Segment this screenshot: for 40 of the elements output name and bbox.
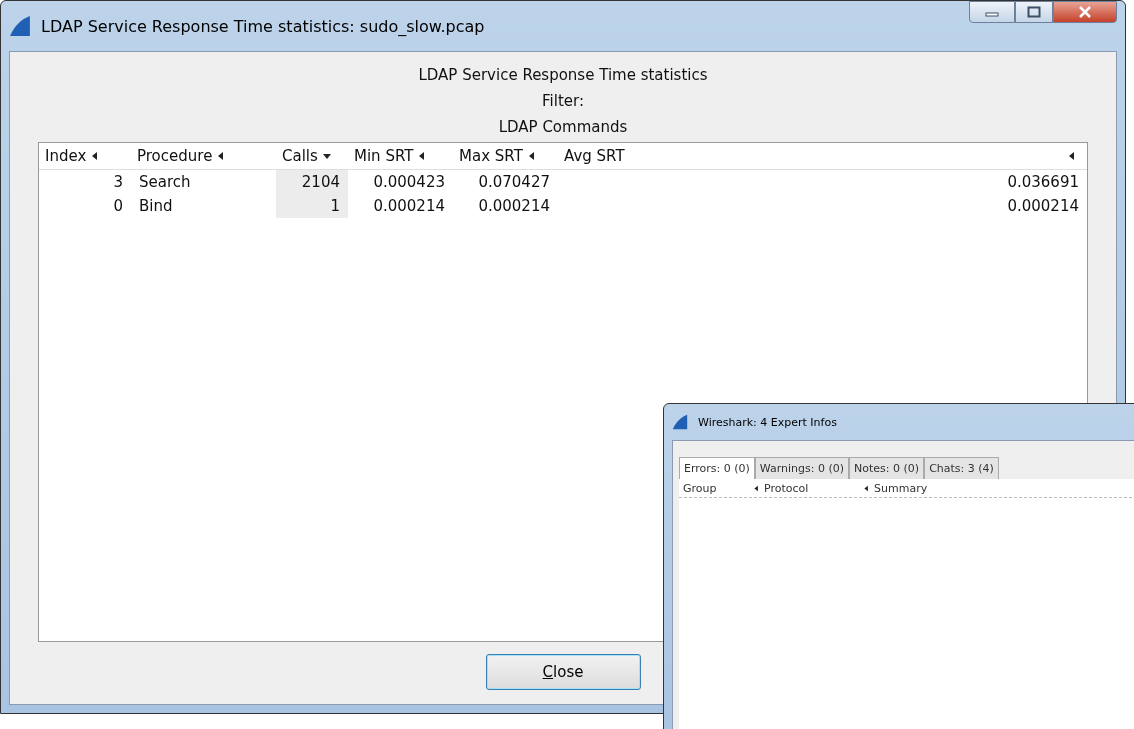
column-header[interactable]: Protocol — [749, 481, 859, 495]
close-button[interactable] — [1053, 1, 1117, 23]
table-cell-text: 0.000214 — [1006, 196, 1080, 217]
column-header[interactable]: Min SRT — [348, 147, 453, 165]
table-cell-text: 0.036691 — [1006, 172, 1080, 193]
tab[interactable]: Errors: 0 (0) — [679, 457, 755, 479]
table-cell-text: 0.000214 — [372, 196, 446, 217]
header-text: Filter: — [542, 92, 584, 110]
sort-left-icon — [753, 484, 760, 492]
table-cell-text: 0.070427 — [477, 172, 551, 193]
table-cell-text: 3 — [112, 172, 124, 193]
table-cell-text: 0.000423 — [372, 172, 446, 193]
header-text: LDAP Commands — [498, 118, 628, 136]
fin-logo-icon — [672, 414, 688, 430]
sort-left-icon — [863, 484, 870, 492]
column-header[interactable]: Procedure — [131, 147, 276, 165]
window-title: Wireshark: 4 Expert Infos — [698, 415, 837, 429]
column-header[interactable]: Index — [39, 147, 131, 165]
maximize-icon — [1027, 6, 1041, 18]
column-header[interactable]: Max SRT — [453, 147, 558, 165]
tab[interactable]: Warnings: 0 (0) — [754, 457, 850, 479]
tab[interactable]: Chats: 3 (4) — [924, 457, 999, 479]
column-header[interactable]: Summary — [859, 481, 1134, 495]
table-cell-text: Bind — [138, 196, 174, 217]
fin-logo-icon — [9, 15, 31, 37]
table-cell: 1 — [276, 194, 348, 218]
tab[interactable]: Notes: 0 (0) — [849, 457, 925, 479]
table-cell-text: Search — [138, 172, 192, 193]
table-cell: 2104 — [276, 170, 348, 194]
table-cell-text: 0 — [112, 196, 124, 217]
maximize-button[interactable] — [1015, 1, 1053, 23]
minimize-button[interactable] — [969, 1, 1015, 23]
column-header[interactable]: Avg SRT — [558, 147, 1061, 165]
table-cell-text: 0.000214 — [477, 196, 551, 217]
close-dialog-button[interactable]: Close — [485, 654, 641, 690]
column-header[interactable]: Group — [679, 481, 749, 495]
close-icon — [1078, 6, 1092, 18]
window-title: LDAP Service Response Time statistics: sudo_slow.pcap — [41, 16, 485, 36]
header-text: LDAP Service Response Time statistics — [418, 66, 708, 84]
column-header[interactable]: Calls — [276, 147, 348, 165]
